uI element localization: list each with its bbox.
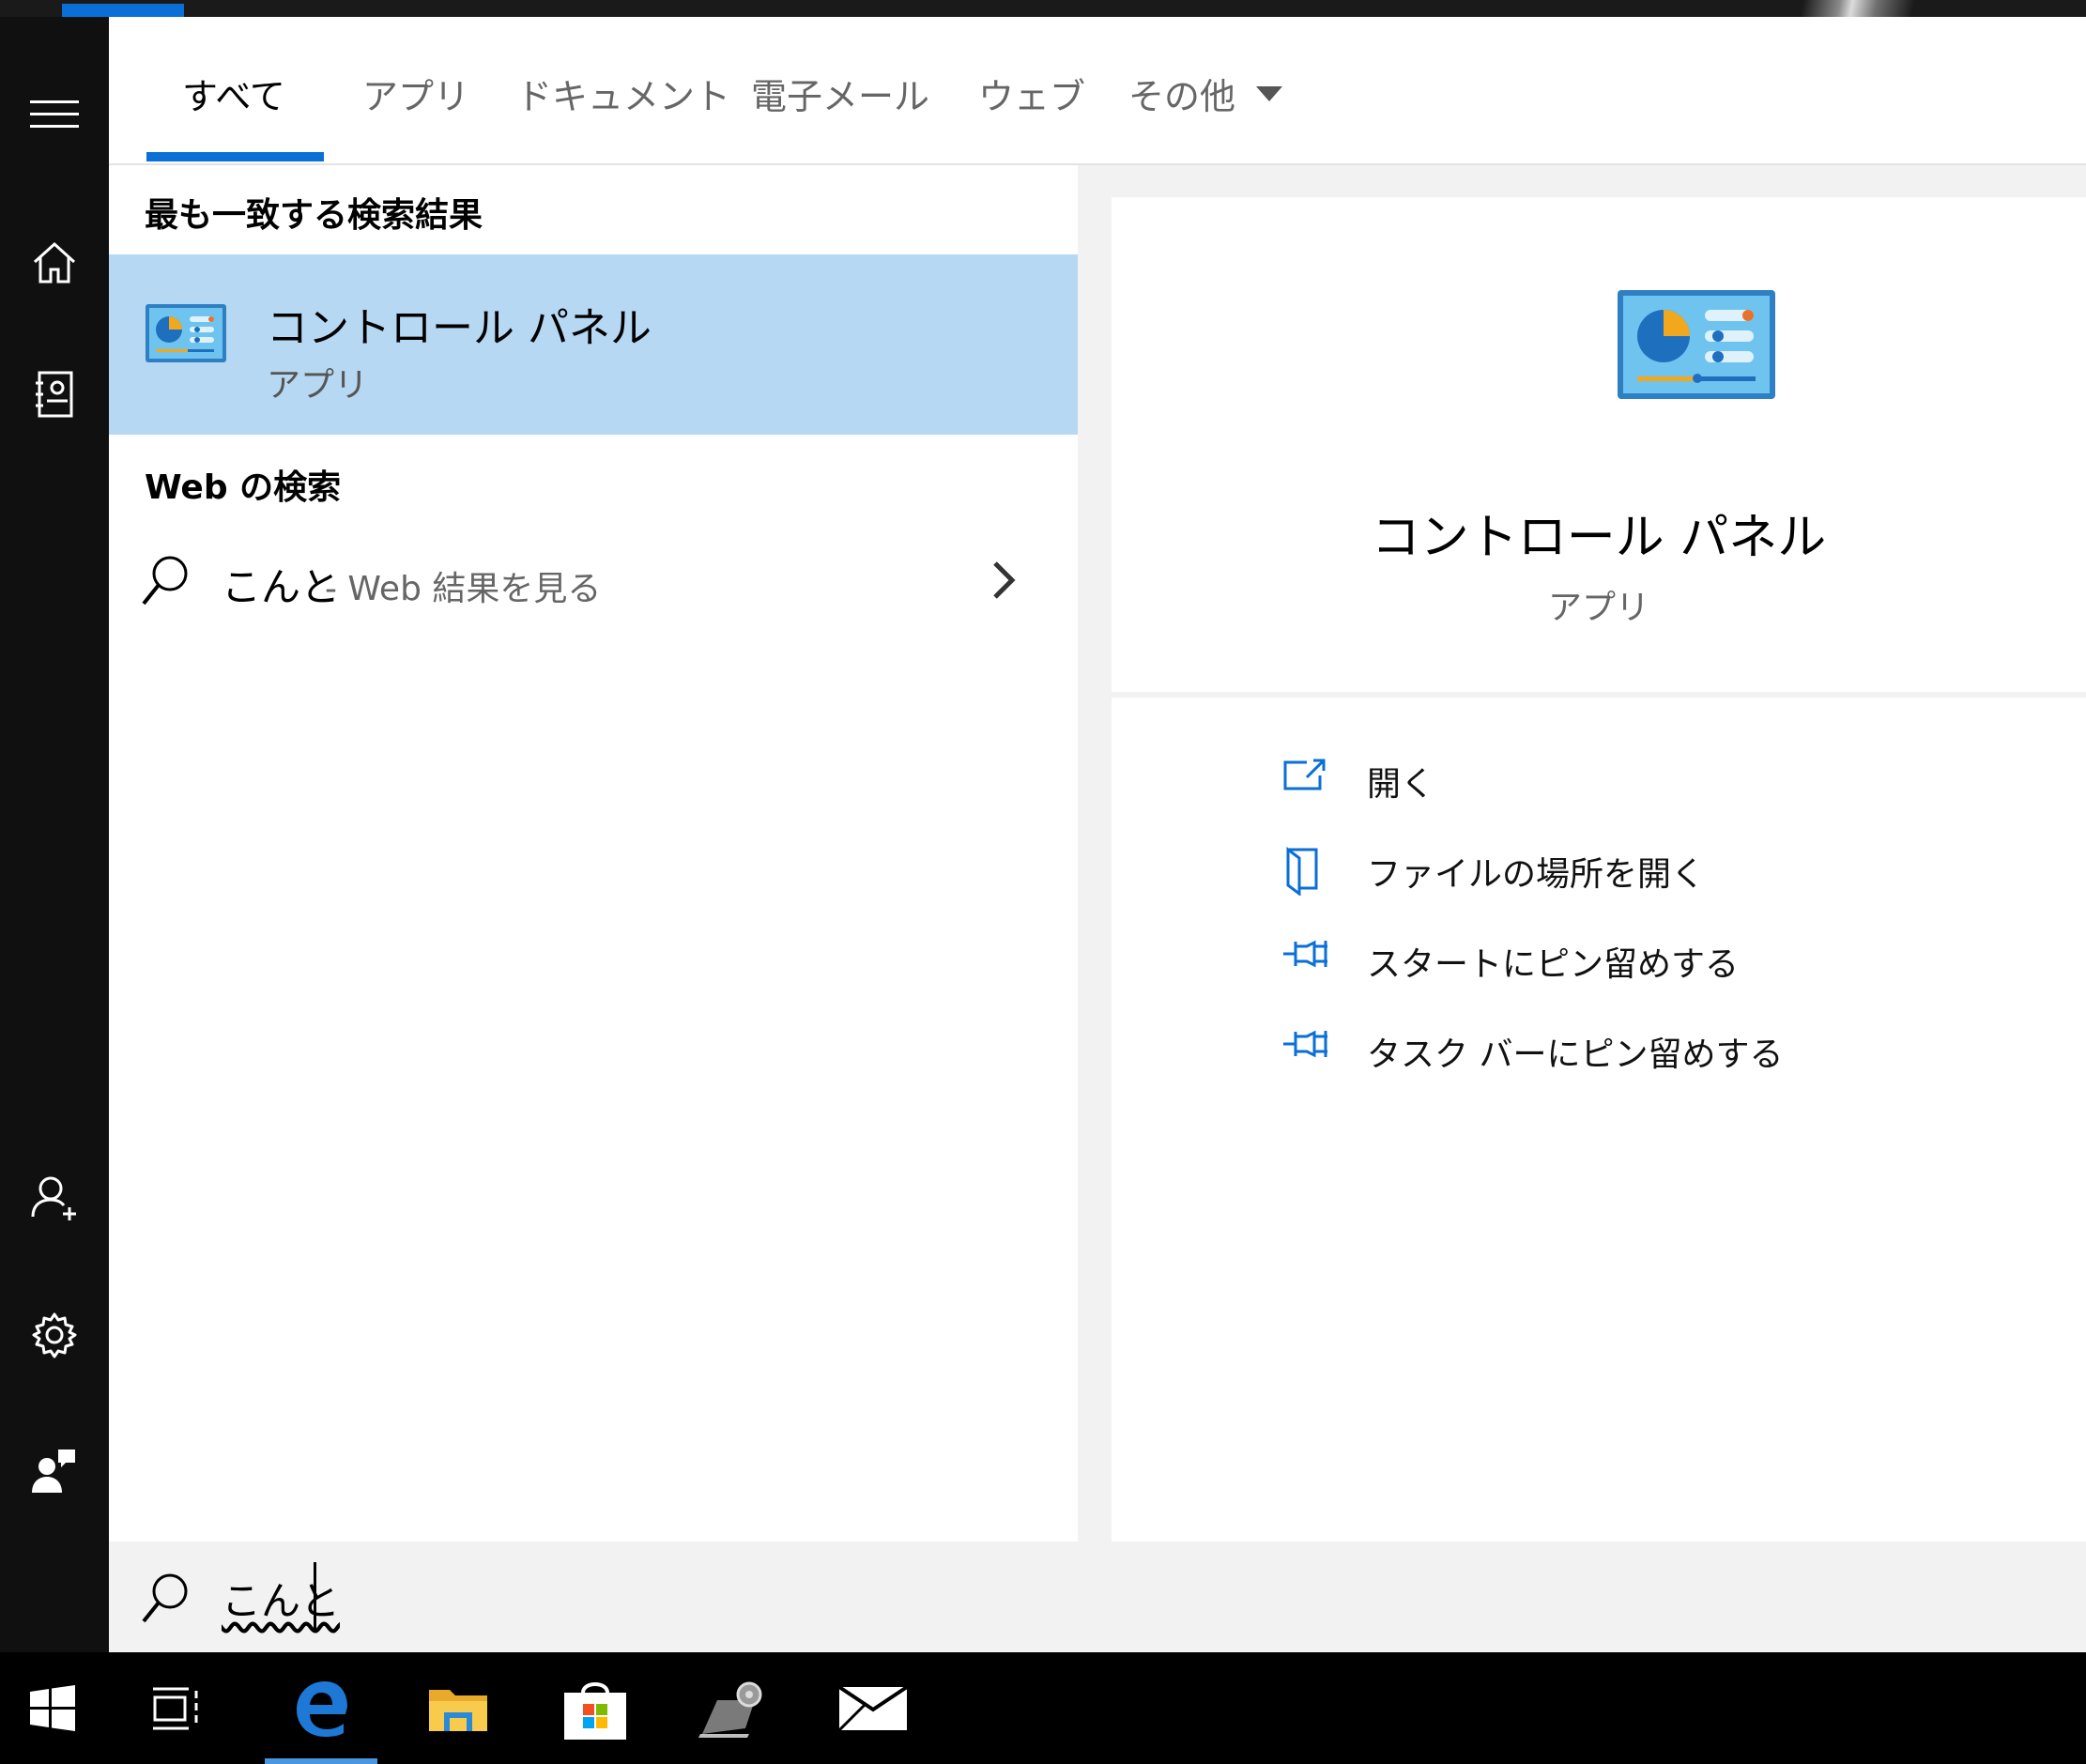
active-app-indicator — [265, 1758, 377, 1764]
detail-divider — [1112, 692, 2086, 698]
tab-more-label: その他 — [1128, 76, 1236, 117]
tab-all[interactable]: すべて — [182, 68, 285, 119]
settings-app-icon — [698, 1681, 762, 1738]
settings-icon — [32, 1312, 77, 1358]
detail-app-name: コントロール パネル — [1371, 510, 1827, 566]
action-pin-to-start[interactable]: スタートにピン留めする — [1282, 928, 2052, 993]
web-search-heading: Web の検索 — [145, 468, 342, 507]
tab-email[interactable]: 電子メール — [751, 68, 929, 119]
tab-documents[interactable]: ドキュメント — [516, 68, 730, 119]
settings-button[interactable] — [0, 1288, 109, 1382]
edge-browser-icon — [297, 1680, 347, 1737]
wallpaper-streak — [1729, 0, 1973, 17]
home-button[interactable] — [0, 216, 109, 310]
accent-strip — [62, 4, 184, 17]
chevron-right-icon — [993, 561, 1016, 599]
search-input[interactable]: こんと — [222, 1570, 340, 1627]
pin-icon — [1283, 1030, 1327, 1058]
web-search-query: こんと — [222, 564, 341, 610]
search-panel: すべて アプリ ドキュメント 電子メール ウェブ その他 最も一致する検索結果 … — [109, 17, 2086, 1652]
task-view-button[interactable] — [124, 1652, 229, 1764]
feedback-button[interactable] — [0, 1423, 109, 1517]
start-button[interactable] — [0, 1652, 105, 1764]
web-search-suffix: - Web 結果を見る — [325, 570, 602, 608]
action-open-label: 開く — [1367, 765, 1435, 804]
mail-icon — [837, 1684, 909, 1731]
tab-web[interactable]: ウェブ — [978, 68, 1085, 119]
file-location-icon — [1286, 847, 1318, 896]
search-icon — [142, 556, 188, 606]
best-match-heading: 最も一致する検索結果 — [145, 196, 483, 235]
action-pin-to-taskbar-label: タスク バーにピン留めする — [1367, 1035, 1784, 1074]
windows-start-icon — [30, 1684, 75, 1731]
task-view-icon — [153, 1687, 198, 1729]
notebook-button[interactable] — [0, 347, 109, 441]
account-icon — [31, 1176, 76, 1220]
action-pin-to-start-label: スタートにピン留めする — [1367, 945, 1740, 984]
action-open[interactable]: 開く — [1282, 747, 2052, 813]
control-panel-large-icon — [1618, 290, 1775, 399]
web-search-result[interactable]: こんと - Web 結果を見る — [109, 535, 1078, 629]
action-open-file-location-label: ファイルの場所を開く — [1367, 855, 1706, 894]
detail-app-type: アプリ — [1547, 589, 1649, 627]
search-box[interactable]: こんと — [109, 1542, 2086, 1652]
mail-button[interactable] — [821, 1652, 926, 1764]
file-explorer-button[interactable] — [406, 1652, 511, 1764]
settings-app-button[interactable] — [680, 1652, 785, 1764]
taskbar — [0, 1652, 2086, 1764]
filter-tabs: すべて アプリ ドキュメント 電子メール ウェブ その他 — [109, 17, 2086, 165]
chevron-down-icon — [1256, 85, 1283, 101]
best-match-name: コントロール パネル — [267, 304, 652, 352]
account-button[interactable] — [0, 1151, 109, 1245]
home-icon — [33, 241, 76, 284]
best-match-result[interactable]: コントロール パネル アプリ — [109, 254, 1078, 435]
cortana-left-rail — [0, 17, 109, 1652]
hamburger-menu-icon — [30, 100, 79, 128]
tab-apps[interactable]: アプリ — [362, 68, 469, 119]
feedback-icon — [32, 1450, 75, 1493]
action-open-file-location[interactable]: ファイルの場所を開く — [1282, 837, 2052, 903]
active-tab-indicator — [146, 152, 324, 161]
desktop-top-strip — [0, 0, 2086, 17]
best-match-type: アプリ — [267, 366, 369, 405]
tab-more[interactable]: その他 — [1128, 68, 1283, 119]
edge-browser-button[interactable] — [268, 1652, 374, 1764]
text-caret — [314, 1562, 316, 1630]
notebook-icon — [36, 371, 73, 418]
hamburger-menu-button[interactable] — [0, 68, 109, 161]
action-pin-to-taskbar[interactable]: タスク バーにピン留めする — [1282, 1018, 2052, 1083]
store-icon — [564, 1681, 626, 1740]
search-icon — [142, 1573, 188, 1623]
pin-icon — [1283, 940, 1327, 968]
control-panel-icon — [146, 304, 226, 362]
store-button[interactable] — [543, 1652, 648, 1764]
open-icon — [1283, 759, 1326, 790]
file-explorer-icon — [429, 1689, 487, 1731]
